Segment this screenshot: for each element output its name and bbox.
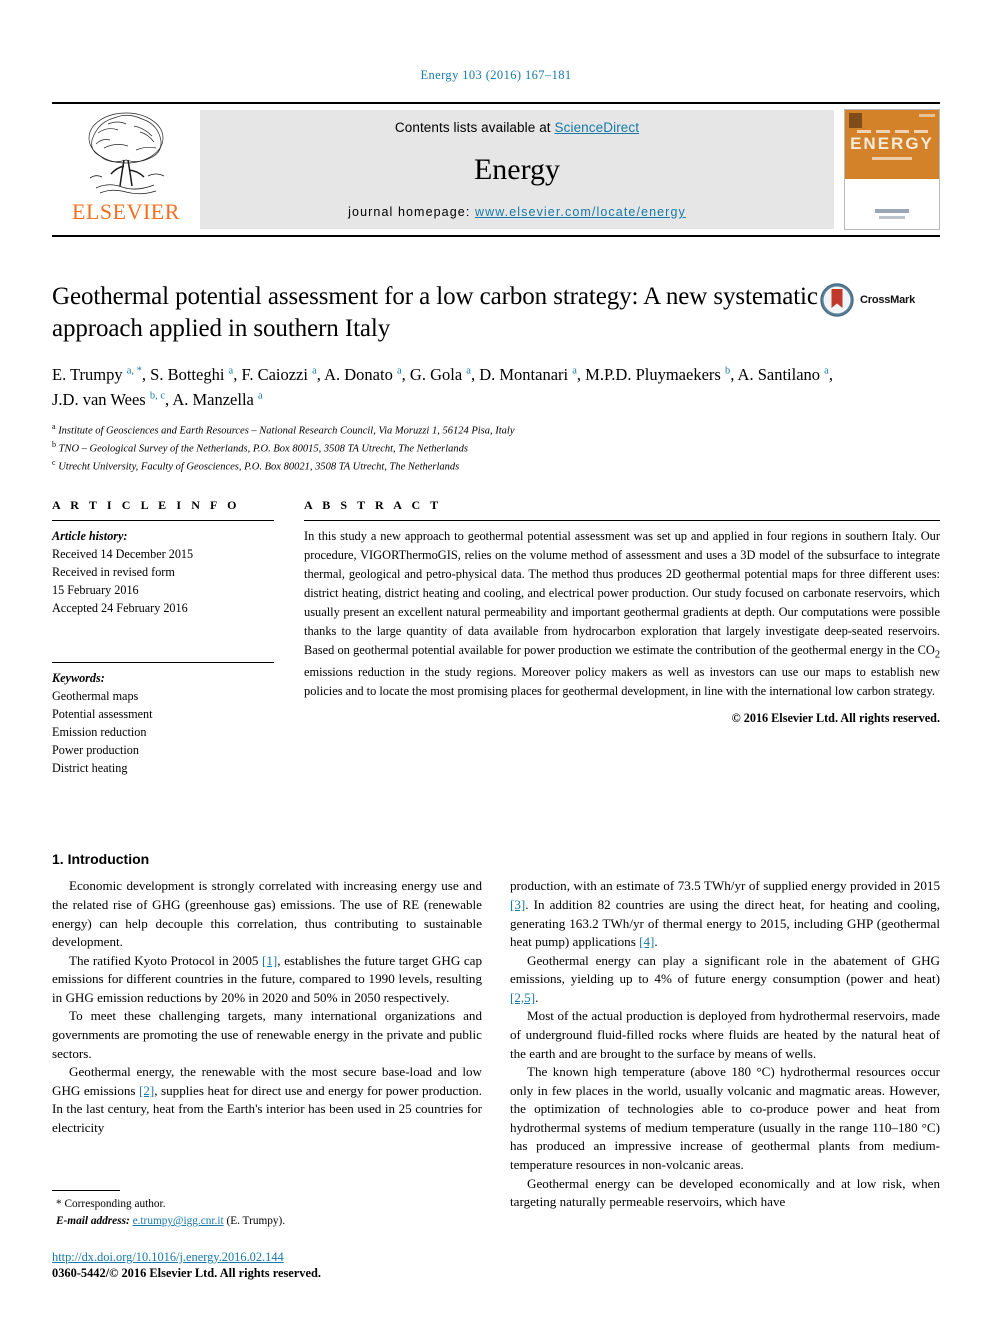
body-columns: Economic development is strongly correla… (52, 877, 940, 1211)
corresponding-marker: * (56, 1198, 62, 1211)
affiliation-item: b TNO – Geological Survey of the Netherl… (52, 439, 940, 457)
keyword-item: Power production (52, 743, 139, 758)
footnote-area: * Corresponding author. E-mail address: … (52, 1190, 484, 1281)
affiliation-list: a Institute of Geosciences and Earth Res… (52, 421, 940, 476)
corresponding-label: Corresponding author. (64, 1198, 166, 1211)
title-block: Geothermal potential assessment for a lo… (52, 281, 940, 345)
author-list: E. Trumpy a, *, S. Botteghi a, F. Caiozz… (52, 365, 833, 409)
citation-link[interactable]: [3] (510, 897, 525, 912)
body-paragraph: Most of the actual production is deploye… (510, 1008, 940, 1061)
journal-masthead: ELSEVIER Contents lists available at Sci… (52, 102, 940, 237)
article-history-label: Article history: (52, 528, 128, 543)
article-info-heading: A R T I C L E I N F O (52, 497, 241, 512)
cover-publisher-mark (875, 209, 909, 213)
issn-copyright: 0360-5442/© 2016 Elsevier Ltd. All right… (52, 1266, 321, 1280)
body-paragraph: The ratified Kyoto Protocol in 2005 [1],… (52, 952, 483, 1005)
body-paragraph: The known high temperature (above 180 °C… (510, 1064, 940, 1173)
keywords-lines: Geothermal maps Potential assessment Emiss… (52, 687, 274, 777)
body-column-right: production, with an estimate of 73.5 TWh… (510, 877, 940, 1211)
affiliation-item: a Institute of Geosciences and Earth Res… (52, 421, 940, 439)
elsevier-logo: ELSEVIER (52, 104, 200, 235)
crossmark-label: CrossMark (860, 294, 916, 306)
keyword-item: Potential assessment (52, 707, 153, 722)
homepage-label: journal homepage: (348, 205, 475, 219)
body-column-left: Economic development is strongly correla… (52, 877, 482, 1211)
journal-title: Energy (473, 153, 561, 186)
journal-article-page: Energy 103 (2016) 167–181 ELSEVIER Conte… (0, 0, 992, 1323)
cover-journal-title: ENERGY (850, 133, 934, 153)
doi-link[interactable]: http://dx.doi.org/10.1016/j.energy.2016.… (52, 1250, 484, 1265)
affiliation-item: c Utrecht University, Faculty of Geoscie… (52, 457, 940, 475)
article-info-spacer (52, 617, 274, 655)
citation-link[interactable]: [4] (639, 934, 654, 949)
article-history-item: Received in revised form (52, 564, 175, 579)
abstract-heading: A B S T R A C T (304, 497, 442, 512)
keyword-item: Emission reduction (52, 725, 147, 740)
article-info-rule (52, 519, 274, 521)
affiliation-text: Institute of Geosciences and Earth Resou… (55, 425, 515, 436)
sciencedirect-link[interactable]: ScienceDirect (555, 120, 640, 135)
crossmark-badge[interactable]: CrossMark (820, 283, 940, 317)
contents-line: Contents lists available at ScienceDirec… (395, 120, 639, 135)
cover-top-panel: ENERGY (845, 110, 939, 180)
doi-block: http://dx.doi.org/10.1016/j.energy.2016.… (52, 1250, 484, 1281)
abstract-part-1: In this study a new approach to geotherm… (304, 528, 940, 657)
abstract-copyright: © 2016 Elsevier Ltd. All rights reserved… (731, 710, 940, 725)
email-label: E-mail address: (56, 1215, 130, 1228)
cover-publisher-submark (879, 216, 905, 219)
abstract-rule (304, 519, 940, 521)
article-info-column: A R T I C L E I N F O Article history: R… (52, 498, 274, 778)
body-paragraph: Economic development is strongly correla… (52, 878, 482, 950)
affiliation-text: Utrecht University, Faculty of Geoscienc… (55, 461, 460, 473)
elsevier-tree-icon (88, 112, 165, 195)
keywords-block: Keywords: Geothermal maps Potential asses… (52, 669, 274, 777)
info-abstract-row: A R T I C L E I N F O Article history: R… (52, 498, 940, 778)
abstract-text: In this study a new approach to geotherm… (304, 527, 940, 701)
affiliation-text: TNO – Geological Survey of the Netherlan… (56, 443, 468, 455)
citation-link[interactable]: [2] (139, 1083, 154, 1098)
running-head: Energy 103 (2016) 167–181 (420, 68, 572, 82)
citation-link[interactable]: [1] (262, 953, 277, 968)
article-history-lines: Received 14 December 2015 Received in rev… (52, 545, 274, 617)
keyword-item: Geothermal maps (52, 689, 139, 704)
body-paragraph: Geothermal energy can be developed econo… (510, 1175, 940, 1210)
email-link[interactable]: e.trumpy@igg.cnr.it (133, 1215, 224, 1227)
keyword-item: District heating (52, 761, 128, 776)
masthead-banner: Contents lists available at ScienceDirec… (200, 110, 834, 229)
body-paragraph: production, with an estimate of 73.5 TWh… (510, 878, 940, 950)
footnote-rule (52, 1190, 120, 1192)
elsevier-wordmark: ELSEVIER (72, 199, 180, 224)
corresponding-author-line: * Corresponding author. (52, 1196, 484, 1213)
journal-homepage-line: journal homepage: www.elsevier.com/locat… (348, 205, 686, 219)
body-paragraph: To meet these challenging targets, many … (52, 1008, 482, 1061)
abstract-co2-subscript: 2 (934, 649, 940, 661)
email-owner: (E. Trumpy). (226, 1215, 286, 1228)
body-paragraph: Geothermal energy, the renewable with th… (52, 1064, 482, 1135)
email-line: E-mail address: e.trumpy@igg.cnr.it (E. … (52, 1213, 484, 1230)
cover-elsevier-icon (849, 113, 862, 128)
citation-link[interactable]: [2,5] (510, 990, 535, 1005)
article-history-item: 15 February 2016 (52, 583, 139, 597)
cover-issue-code (919, 114, 935, 117)
article-history-item: Accepted 24 February 2016 (52, 601, 188, 616)
journal-cover-thumbnail: ENERGY (844, 109, 940, 230)
abstract-part-2: emissions reduction in the study regions… (304, 664, 940, 698)
keywords-label: Keywords: (52, 671, 105, 686)
article-history: Article history: Received 14 December 20… (52, 527, 274, 617)
article-history-item: Received 14 December 2015 (52, 546, 194, 561)
section-heading-introduction: 1. Introduction (52, 851, 150, 868)
body-paragraph: Geothermal energy can play a significant… (510, 952, 940, 1005)
crossmark-icon (820, 283, 854, 317)
contents-text: Contents lists available at (394, 120, 555, 135)
body-area: 1. Introduction Economic development is … (52, 851, 940, 1211)
cover-topics-row (856, 129, 928, 133)
cover-strapline (872, 156, 912, 160)
cover-bottom-panel (845, 179, 939, 229)
abstract-column: A B S T R A C T In this study a new appr… (304, 498, 940, 778)
keywords-rule (52, 662, 274, 664)
journal-homepage-link[interactable]: www.elsevier.com/locate/energy (475, 205, 686, 219)
page-title: Geothermal potential assessment for a lo… (52, 283, 818, 342)
